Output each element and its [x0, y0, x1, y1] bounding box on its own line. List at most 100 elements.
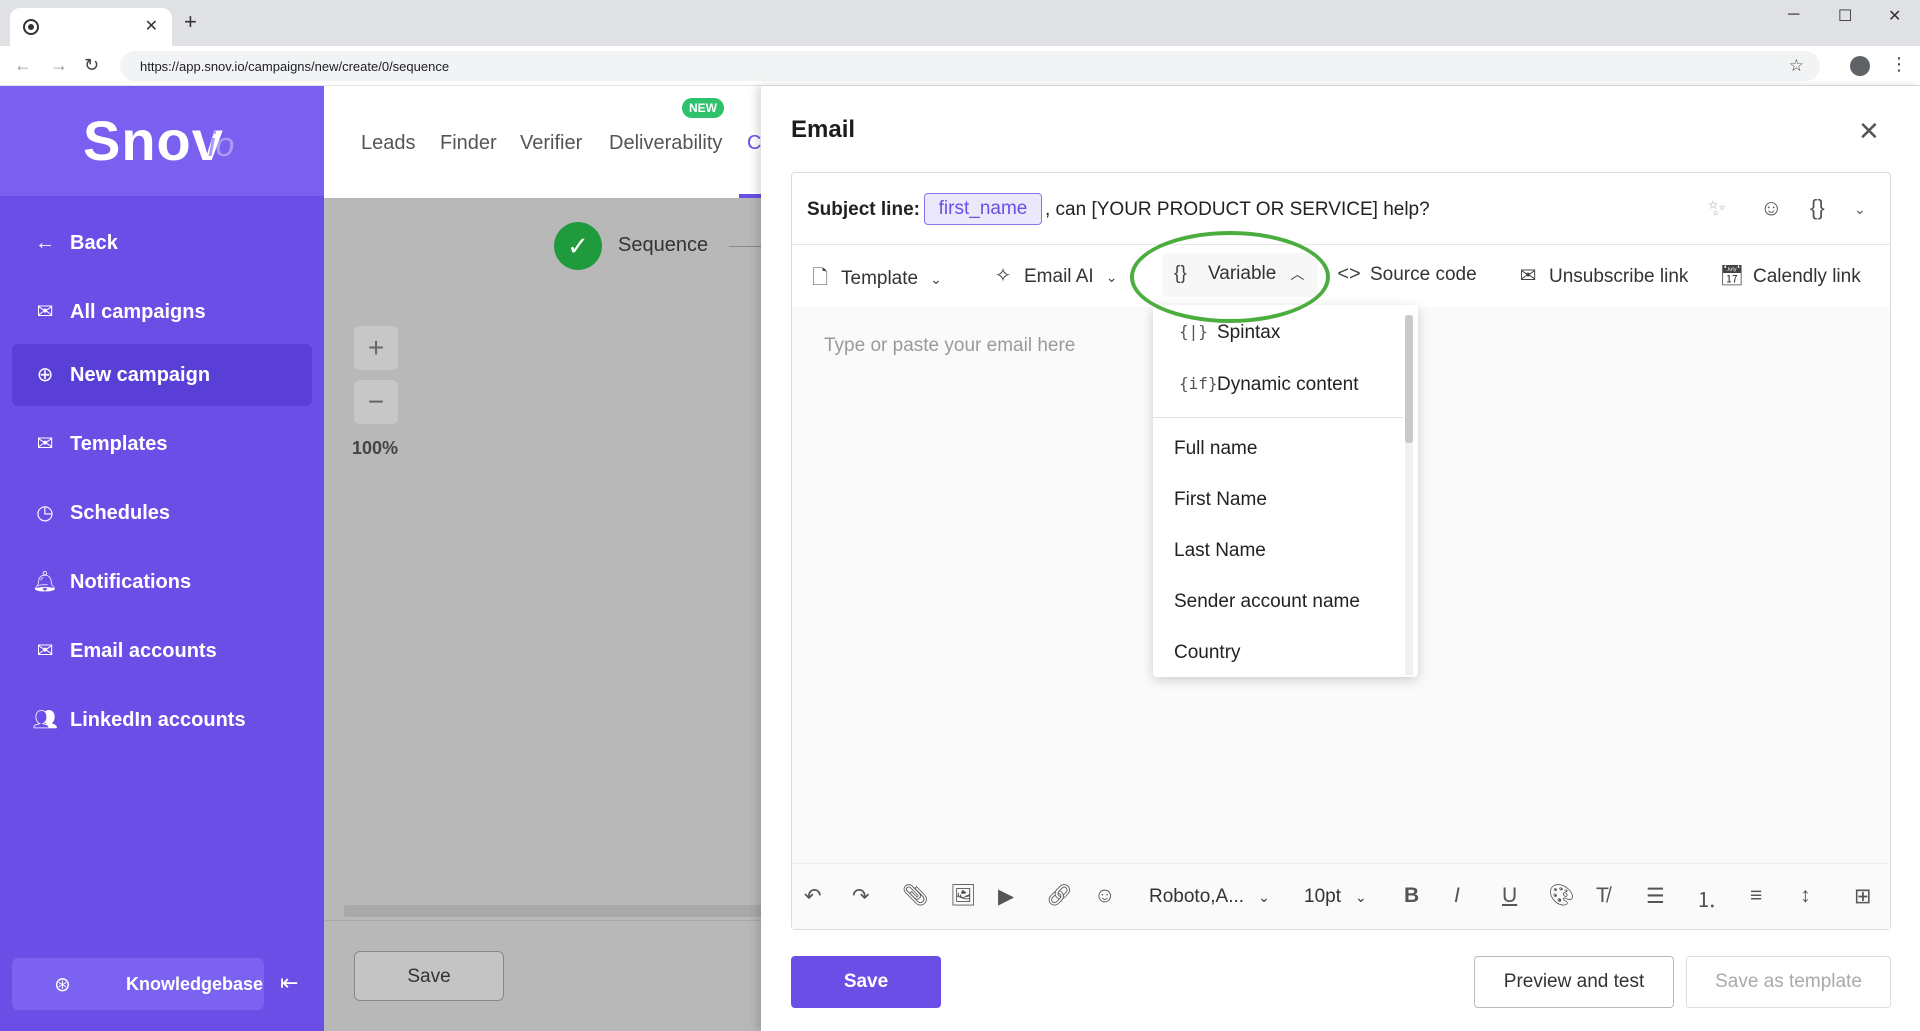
clock-icon: ◷: [36, 502, 54, 524]
horizontal-scrollbar[interactable]: [344, 905, 761, 917]
sidebar-item-new-campaign[interactable]: ⊕ New campaign: [12, 344, 312, 406]
menu-item-first-name[interactable]: First Name: [1153, 476, 1403, 522]
snovio-logo[interactable]: Snov: [83, 108, 224, 173]
link-icon[interactable]: 🔗︎: [1046, 884, 1073, 908]
url-text[interactable]: https://app.snov.io/campaigns/new/create…: [140, 59, 449, 74]
minimize-icon[interactable]: ─: [1788, 6, 1799, 24]
menu-item-label: Last Name: [1174, 540, 1266, 561]
nav-campaigns[interactable]: C: [747, 132, 761, 155]
bold-icon[interactable]: B: [1404, 884, 1419, 908]
menu-divider: [1153, 417, 1403, 418]
template-dropdown[interactable]: 🗋︎ Template ⌄: [807, 263, 942, 297]
chevron-down-icon: ⌄: [1354, 889, 1367, 905]
canvas-save-button[interactable]: Save: [354, 951, 504, 1001]
table-icon[interactable]: ⊞: [1854, 884, 1872, 909]
font-size-select[interactable]: 10pt ⌄: [1304, 886, 1367, 908]
clear-format-icon[interactable]: T̸: [1596, 884, 1609, 908]
underline-icon[interactable]: U: [1502, 884, 1517, 908]
editor-toolbar: 🗋︎ Template ⌄ ✧ Email AI ⌄ {} Variable ︿ <> Sou…: [792, 245, 1890, 307]
body-placeholder: Type or paste your email here: [824, 335, 1076, 356]
variable-braces-icon[interactable]: {}: [1810, 195, 1825, 221]
zoom-in-button[interactable]: +: [354, 326, 398, 370]
menu-item-spintax[interactable]: {|} Spintax: [1153, 309, 1403, 355]
knowledgebase-button[interactable]: ⊛ Knowledgebase: [12, 958, 264, 1010]
italic-icon[interactable]: I: [1454, 884, 1460, 908]
nav-leads[interactable]: Leads: [361, 132, 416, 155]
nav-deliverability[interactable]: Deliverability: [609, 132, 722, 155]
sidebar-item-back[interactable]: ← Back: [12, 212, 312, 274]
menu-item-sender-account-name[interactable]: Sender account name: [1153, 578, 1403, 624]
chevron-down-icon: ⌄: [930, 271, 942, 287]
email-ai-dropdown[interactable]: ✧ Email AI ⌄: [990, 263, 1118, 288]
sidebar-item-email-accounts[interactable]: ✉ Email accounts: [12, 620, 312, 682]
calendly-link-button[interactable]: 📅︎ Calendly link: [1719, 263, 1860, 288]
nav-finder[interactable]: Finder: [440, 132, 497, 155]
back-arrow-icon[interactable]: ←: [14, 55, 32, 76]
preview-and-test-button[interactable]: Preview and test: [1474, 956, 1674, 1008]
bullet-list-icon[interactable]: ☰: [1646, 884, 1665, 909]
bookmark-star-icon[interactable]: ☆: [1789, 56, 1804, 76]
new-tab-icon[interactable]: +: [184, 11, 197, 33]
unsubscribe-link-button[interactable]: ✉ Unsubscribe link: [1515, 263, 1689, 288]
video-icon[interactable]: ▶: [998, 884, 1014, 909]
lifebuoy-icon: ⊛: [54, 974, 71, 996]
zoom-out-button[interactable]: −: [354, 380, 398, 424]
image-icon[interactable]: 🖼︎: [950, 884, 977, 908]
browser-tab[interactable]: ✕: [10, 8, 172, 46]
sidebar-item-label: LinkedIn accounts: [70, 709, 246, 731]
menu-item-label: Sender account name: [1174, 591, 1360, 612]
address-bar[interactable]: https://app.snov.io/campaigns/new/create…: [120, 51, 1820, 81]
profile-avatar-icon[interactable]: [1850, 56, 1870, 76]
sidebar-item-label: Back: [70, 232, 118, 254]
sidebar-item-schedules[interactable]: ◷ Schedules: [12, 482, 312, 544]
nav-verifier[interactable]: Verifier: [520, 132, 582, 155]
subject-input[interactable]: , can [YOUR PRODUCT OR SERVICE] help?: [1045, 199, 1430, 221]
tab-close-icon[interactable]: ✕: [145, 16, 158, 36]
sidebar-item-label: New campaign: [70, 364, 211, 386]
text-color-icon[interactable]: 🎨︎: [1548, 884, 1575, 908]
emoji-icon[interactable]: ☺: [1760, 195, 1782, 221]
maximize-icon[interactable]: ☐: [1838, 6, 1852, 26]
sparkles-icon: ✧: [994, 265, 1012, 287]
mail-template-icon: ✉: [36, 433, 54, 455]
variable-dropdown[interactable]: {} Variable ︿: [1162, 253, 1318, 297]
undo-icon[interactable]: ↶: [804, 884, 822, 909]
menu-item-dynamic-content[interactable]: {if} Dynamic content: [1153, 361, 1403, 407]
numbered-list-icon[interactable]: ⒈: [1696, 884, 1717, 914]
save-button[interactable]: Save: [791, 956, 941, 1008]
menu-item-full-name[interactable]: Full name: [1153, 425, 1403, 471]
emoji-icon[interactable]: ☺: [1094, 884, 1115, 908]
font-family-value: Roboto,A...: [1149, 886, 1245, 907]
spintax-icon: {|}: [1179, 322, 1208, 341]
magic-wand-icon[interactable]: ✨︎: [1708, 195, 1726, 221]
chevron-down-icon[interactable]: ⌄: [1854, 201, 1866, 218]
reload-icon[interactable]: ↻: [84, 55, 99, 76]
browser-tab-bar: ✕ + ─ ☐ ✕: [0, 0, 1920, 46]
close-icon[interactable]: ✕: [1858, 116, 1880, 147]
window-close-icon[interactable]: ✕: [1888, 6, 1901, 26]
sequence-step-label: Sequence: [618, 234, 709, 256]
attachment-icon[interactable]: 📎︎: [902, 884, 929, 908]
menu-scrollbar[interactable]: [1405, 315, 1413, 675]
menu-scrollbar-thumb[interactable]: [1405, 315, 1413, 443]
collapse-sidebar-icon[interactable]: ⇤: [280, 970, 298, 996]
forward-arrow-icon[interactable]: →: [50, 55, 68, 76]
variable-braces-icon: {}: [1174, 263, 1187, 284]
sidebar-item-notifications[interactable]: 🔔︎ Notifications: [12, 551, 312, 613]
save-as-template-button[interactable]: Save as template: [1686, 956, 1891, 1008]
font-size-value: 10pt: [1304, 886, 1341, 907]
sidebar-item-linkedin-accounts[interactable]: 👥︎ LinkedIn accounts: [12, 689, 312, 751]
redo-icon[interactable]: ↷: [852, 884, 870, 909]
subject-variable-chip[interactable]: first_name: [924, 193, 1042, 225]
menu-item-last-name[interactable]: Last Name: [1153, 527, 1403, 573]
font-family-select[interactable]: Roboto,A... ⌄: [1149, 886, 1270, 908]
source-code-button[interactable]: <> Source code: [1336, 263, 1476, 286]
menu-item-country[interactable]: Country: [1153, 629, 1403, 675]
sidebar-item-templates[interactable]: ✉ Templates: [12, 413, 312, 475]
variable-label: Variable: [1208, 263, 1277, 284]
line-height-icon[interactable]: ↕: [1800, 884, 1811, 908]
sidebar-item-all-campaigns[interactable]: ✉ All campaigns: [12, 281, 312, 343]
browser-menu-icon[interactable]: ⋮: [1890, 54, 1908, 75]
unsubscribe-label: Unsubscribe link: [1549, 266, 1689, 287]
align-icon[interactable]: ≡: [1750, 884, 1762, 908]
